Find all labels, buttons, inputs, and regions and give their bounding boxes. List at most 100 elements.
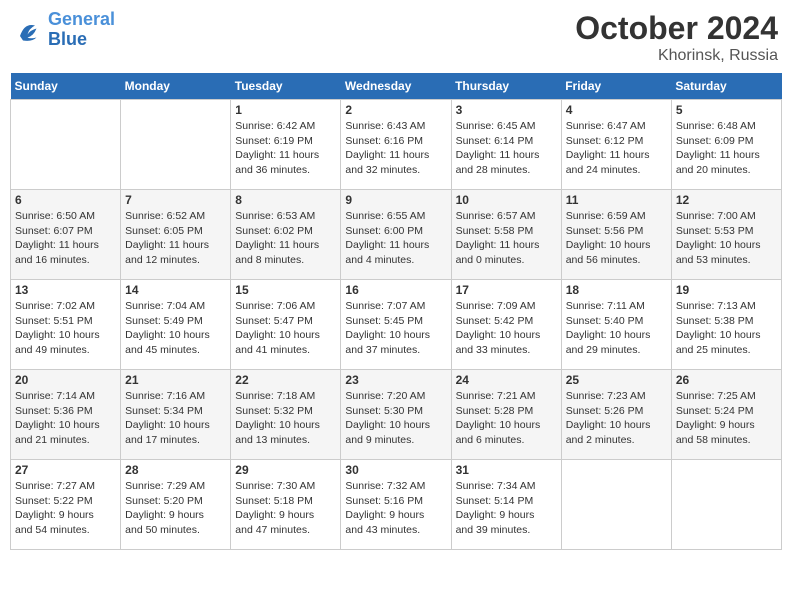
calendar-day-cell: 6 Sunrise: 6:50 AM Sunset: 6:07 PM Daylig… bbox=[11, 190, 121, 280]
calendar-day-cell bbox=[121, 100, 231, 190]
calendar-day-cell: 20Sunrise: 7:14 AM Sunset: 5:36 PM Dayli… bbox=[11, 370, 121, 460]
calendar-day-cell: 18Sunrise: 7:11 AM Sunset: 5:40 PM Dayli… bbox=[561, 280, 671, 370]
day-number: 15 bbox=[235, 283, 336, 297]
day-number: 4 bbox=[566, 103, 667, 117]
day-info: Sunrise: 7:34 AM Sunset: 5:14 PM Dayligh… bbox=[456, 479, 557, 538]
day-info: Sunrise: 6:47 AM Sunset: 6:12 PM Dayligh… bbox=[566, 119, 667, 178]
day-info: Sunrise: 7:07 AM Sunset: 5:45 PM Dayligh… bbox=[345, 299, 446, 358]
day-number: 11 bbox=[566, 193, 667, 207]
calendar-day-cell: 5 Sunrise: 6:48 AM Sunset: 6:09 PM Daylig… bbox=[671, 100, 781, 190]
calendar-day-cell: 28Sunrise: 7:29 AM Sunset: 5:20 PM Dayli… bbox=[121, 460, 231, 550]
logo-icon bbox=[14, 15, 44, 45]
calendar-day-cell: 9Sunrise: 6:55 AM Sunset: 6:00 PM Daylig… bbox=[341, 190, 451, 280]
day-number: 3 bbox=[456, 103, 557, 117]
calendar-day-cell: 30 Sunrise: 7:32 AM Sunset: 5:16 PM Dayli… bbox=[341, 460, 451, 550]
day-number: 2 bbox=[345, 103, 446, 117]
calendar-day-cell: 10 Sunrise: 6:57 AM Sunset: 5:58 PM Dayli… bbox=[451, 190, 561, 280]
day-number: 10 bbox=[456, 193, 557, 207]
calendar-day-cell: 22 Sunrise: 7:18 AM Sunset: 5:32 PM Dayli… bbox=[231, 370, 341, 460]
day-info: Sunrise: 7:20 AM Sunset: 5:30 PM Dayligh… bbox=[345, 389, 446, 448]
calendar-day-cell: 26 Sunrise: 7:25 AM Sunset: 5:24 PM Dayli… bbox=[671, 370, 781, 460]
day-info: Sunrise: 6:48 AM Sunset: 6:09 PM Dayligh… bbox=[676, 119, 777, 178]
day-info: Sunrise: 6:59 AM Sunset: 5:56 PM Dayligh… bbox=[566, 209, 667, 268]
logo: General Blue bbox=[14, 10, 115, 50]
calendar-day-cell bbox=[11, 100, 121, 190]
calendar-week-row: 1Sunrise: 6:42 AM Sunset: 6:19 PM Daylig… bbox=[11, 100, 782, 190]
day-number: 28 bbox=[125, 463, 226, 477]
calendar-day-cell: 12 Sunrise: 7:00 AM Sunset: 5:53 PM Dayli… bbox=[671, 190, 781, 280]
day-info: Sunrise: 7:02 AM Sunset: 5:51 PM Dayligh… bbox=[15, 299, 116, 358]
calendar-day-cell: 17 Sunrise: 7:09 AM Sunset: 5:42 PM Dayli… bbox=[451, 280, 561, 370]
day-number: 5 bbox=[676, 103, 777, 117]
day-number: 21 bbox=[125, 373, 226, 387]
day-info: Sunrise: 7:14 AM Sunset: 5:36 PM Dayligh… bbox=[15, 389, 116, 448]
day-info: Sunrise: 7:30 AM Sunset: 5:18 PM Dayligh… bbox=[235, 479, 336, 538]
calendar-day-cell: 16 Sunrise: 7:07 AM Sunset: 5:45 PM Dayli… bbox=[341, 280, 451, 370]
day-header-sunday: Sunday bbox=[11, 73, 121, 100]
day-number: 26 bbox=[676, 373, 777, 387]
day-number: 27 bbox=[15, 463, 116, 477]
calendar-week-row: 13Sunrise: 7:02 AM Sunset: 5:51 PM Dayli… bbox=[11, 280, 782, 370]
calendar-header-row: SundayMondayTuesdayWednesdayThursdayFrid… bbox=[11, 73, 782, 100]
day-header-saturday: Saturday bbox=[671, 73, 781, 100]
day-info: Sunrise: 7:18 AM Sunset: 5:32 PM Dayligh… bbox=[235, 389, 336, 448]
day-number: 25 bbox=[566, 373, 667, 387]
day-info: Sunrise: 7:09 AM Sunset: 5:42 PM Dayligh… bbox=[456, 299, 557, 358]
day-info: Sunrise: 7:16 AM Sunset: 5:34 PM Dayligh… bbox=[125, 389, 226, 448]
day-info: Sunrise: 6:53 AM Sunset: 6:02 PM Dayligh… bbox=[235, 209, 336, 268]
day-number: 19 bbox=[676, 283, 777, 297]
day-info: Sunrise: 7:25 AM Sunset: 5:24 PM Dayligh… bbox=[676, 389, 777, 448]
day-info: Sunrise: 7:00 AM Sunset: 5:53 PM Dayligh… bbox=[676, 209, 777, 268]
calendar-day-cell bbox=[561, 460, 671, 550]
calendar-day-cell: 31 Sunrise: 7:34 AM Sunset: 5:14 PM Dayli… bbox=[451, 460, 561, 550]
day-info: Sunrise: 6:45 AM Sunset: 6:14 PM Dayligh… bbox=[456, 119, 557, 178]
day-number: 14 bbox=[125, 283, 226, 297]
day-info: Sunrise: 6:57 AM Sunset: 5:58 PM Dayligh… bbox=[456, 209, 557, 268]
day-number: 7 bbox=[125, 193, 226, 207]
day-header-wednesday: Wednesday bbox=[341, 73, 451, 100]
day-info: Sunrise: 7:32 AM Sunset: 5:16 PM Dayligh… bbox=[345, 479, 446, 538]
calendar-day-cell: 13Sunrise: 7:02 AM Sunset: 5:51 PM Dayli… bbox=[11, 280, 121, 370]
logo-text: General Blue bbox=[48, 10, 115, 50]
location-title: Khorinsk, Russia bbox=[575, 47, 778, 65]
day-header-tuesday: Tuesday bbox=[231, 73, 341, 100]
calendar-day-cell: 3 Sunrise: 6:45 AM Sunset: 6:14 PM Daylig… bbox=[451, 100, 561, 190]
calendar-day-cell: 21 Sunrise: 7:16 AM Sunset: 5:34 PM Dayli… bbox=[121, 370, 231, 460]
calendar-day-cell: 19 Sunrise: 7:13 AM Sunset: 5:38 PM Dayli… bbox=[671, 280, 781, 370]
day-info: Sunrise: 6:50 AM Sunset: 6:07 PM Dayligh… bbox=[15, 209, 116, 268]
logo-blue: Blue bbox=[48, 29, 87, 49]
day-number: 16 bbox=[345, 283, 446, 297]
calendar-day-cell: 25 Sunrise: 7:23 AM Sunset: 5:26 PM Dayli… bbox=[561, 370, 671, 460]
day-info: Sunrise: 6:43 AM Sunset: 6:16 PM Dayligh… bbox=[345, 119, 446, 178]
day-number: 23 bbox=[345, 373, 446, 387]
day-number: 17 bbox=[456, 283, 557, 297]
day-number: 31 bbox=[456, 463, 557, 477]
calendar-day-cell: 8Sunrise: 6:53 AM Sunset: 6:02 PM Daylig… bbox=[231, 190, 341, 280]
day-header-friday: Friday bbox=[561, 73, 671, 100]
day-number: 22 bbox=[235, 373, 336, 387]
calendar-day-cell bbox=[671, 460, 781, 550]
title-area: October 2024 Khorinsk, Russia bbox=[575, 10, 778, 65]
day-number: 12 bbox=[676, 193, 777, 207]
day-info: Sunrise: 7:11 AM Sunset: 5:40 PM Dayligh… bbox=[566, 299, 667, 358]
day-info: Sunrise: 6:55 AM Sunset: 6:00 PM Dayligh… bbox=[345, 209, 446, 268]
day-number: 29 bbox=[235, 463, 336, 477]
calendar-day-cell: 24 Sunrise: 7:21 AM Sunset: 5:28 PM Dayli… bbox=[451, 370, 561, 460]
calendar-day-cell: 2 Sunrise: 6:43 AM Sunset: 6:16 PM Daylig… bbox=[341, 100, 451, 190]
calendar-table: SundayMondayTuesdayWednesdayThursdayFrid… bbox=[10, 73, 782, 550]
day-info: Sunrise: 7:13 AM Sunset: 5:38 PM Dayligh… bbox=[676, 299, 777, 358]
calendar-day-cell: 29 Sunrise: 7:30 AM Sunset: 5:18 PM Dayli… bbox=[231, 460, 341, 550]
calendar-day-cell: 15Sunrise: 7:06 AM Sunset: 5:47 PM Dayli… bbox=[231, 280, 341, 370]
month-title: October 2024 bbox=[575, 10, 778, 47]
calendar-week-row: 6 Sunrise: 6:50 AM Sunset: 6:07 PM Daylig… bbox=[11, 190, 782, 280]
day-number: 30 bbox=[345, 463, 446, 477]
logo-general: General bbox=[48, 9, 115, 29]
day-number: 24 bbox=[456, 373, 557, 387]
day-header-thursday: Thursday bbox=[451, 73, 561, 100]
day-info: Sunrise: 6:52 AM Sunset: 6:05 PM Dayligh… bbox=[125, 209, 226, 268]
day-info: Sunrise: 7:23 AM Sunset: 5:26 PM Dayligh… bbox=[566, 389, 667, 448]
calendar-day-cell: 14Sunrise: 7:04 AM Sunset: 5:49 PM Dayli… bbox=[121, 280, 231, 370]
day-header-monday: Monday bbox=[121, 73, 231, 100]
day-info: Sunrise: 7:21 AM Sunset: 5:28 PM Dayligh… bbox=[456, 389, 557, 448]
day-number: 6 bbox=[15, 193, 116, 207]
